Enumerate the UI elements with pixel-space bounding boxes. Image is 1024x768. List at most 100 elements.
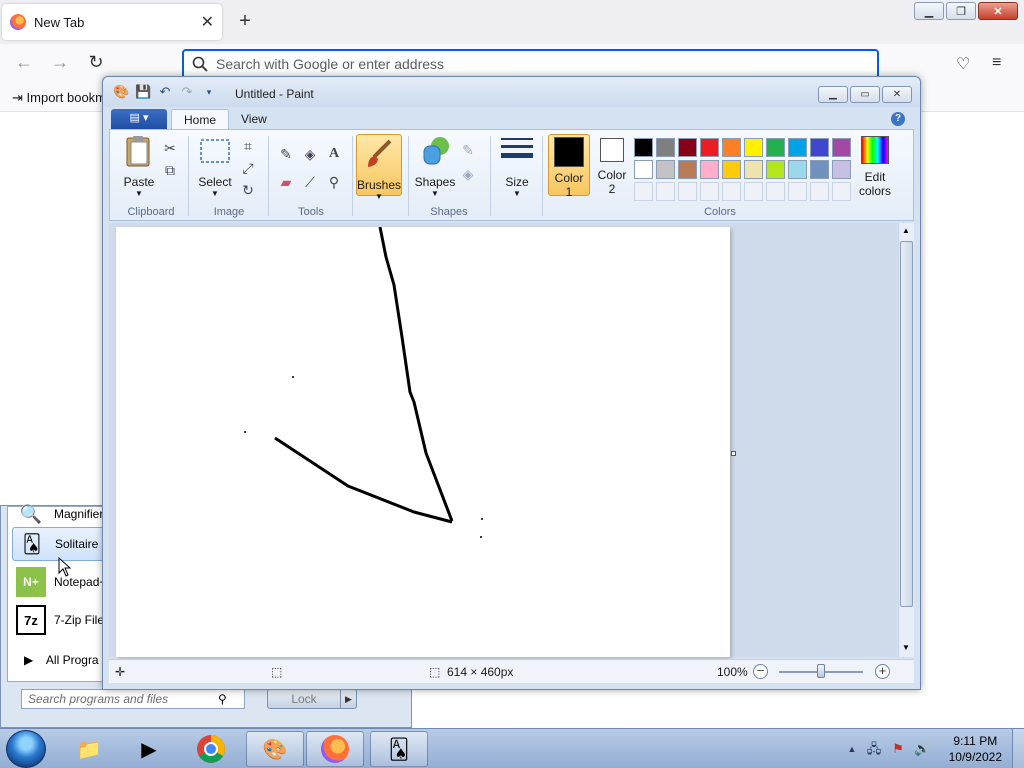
vertical-scrollbar[interactable]: ▲ ▼ xyxy=(898,223,914,657)
all-programs-link[interactable]: ▶ All Progra xyxy=(24,653,99,667)
paint-close-button[interactable]: ✕ xyxy=(882,86,912,103)
palette-swatch[interactable] xyxy=(788,160,807,179)
import-bookmarks-link[interactable]: ⇥ Import bookm xyxy=(12,90,106,106)
palette-swatch[interactable] xyxy=(744,160,763,179)
palette-swatch[interactable] xyxy=(700,160,719,179)
paint-menu-button[interactable]: ▤ ▾ xyxy=(111,109,167,129)
pocket-icon[interactable]: ♡ xyxy=(956,54,970,74)
palette-swatch[interactable] xyxy=(722,160,741,179)
color2-button[interactable]: Color 2 xyxy=(594,134,630,196)
palette-empty-slot[interactable] xyxy=(832,182,851,201)
start-search-box[interactable]: ⚲ xyxy=(21,689,245,709)
outline-icon[interactable]: ✎ xyxy=(458,140,478,160)
action-center-icon[interactable]: ⚑ xyxy=(890,741,906,757)
scroll-up-icon[interactable]: ▲ xyxy=(902,226,910,235)
palette-swatch[interactable] xyxy=(832,160,851,179)
palette-empty-slot[interactable] xyxy=(810,182,829,201)
browser-tab[interactable]: New Tab ✕ xyxy=(2,4,222,40)
canvas-resize-handle[interactable] xyxy=(731,451,736,456)
paste-button[interactable]: Paste ▼ xyxy=(118,134,160,198)
address-input[interactable] xyxy=(216,56,816,72)
palette-swatch[interactable] xyxy=(678,160,697,179)
restore-button[interactable]: ❐ xyxy=(946,2,976,20)
palette-empty-slot[interactable] xyxy=(678,182,697,201)
cut-icon[interactable]: ✂ xyxy=(160,138,180,158)
size-button[interactable]: Size ▼ xyxy=(498,134,536,198)
color1-button[interactable]: Color 1 xyxy=(548,134,590,199)
menu-icon[interactable]: ≡ xyxy=(992,54,1001,72)
palette-swatch[interactable] xyxy=(722,138,741,157)
palette-swatch[interactable] xyxy=(766,138,785,157)
edit-colors-button[interactable]: Edit colors xyxy=(856,134,894,198)
palette-empty-slot[interactable] xyxy=(744,182,763,201)
show-hidden-icons[interactable]: ▲ xyxy=(844,741,860,757)
reload-icon[interactable]: ↻ xyxy=(84,52,108,73)
help-icon[interactable]: ? xyxy=(891,112,905,126)
resize-icon[interactable]: ⤢ xyxy=(238,158,258,178)
drawing-canvas[interactable] xyxy=(116,226,730,657)
select-button[interactable]: Select ▼ xyxy=(194,134,236,198)
palette-swatch[interactable] xyxy=(832,138,851,157)
paint-minimize-button[interactable]: ▁ xyxy=(818,86,848,103)
taskbar-explorer[interactable]: 📁 xyxy=(60,731,118,767)
fill-shape-icon[interactable]: ◈ xyxy=(458,164,478,184)
network-icon[interactable]: 🖧 xyxy=(866,741,882,757)
brushes-button[interactable]: Brushes ▼ xyxy=(356,134,402,201)
palette-swatch[interactable] xyxy=(700,138,719,157)
palette-swatch[interactable] xyxy=(656,138,675,157)
palette-swatch[interactable] xyxy=(810,160,829,179)
back-arrow-icon[interactable]: ← xyxy=(12,52,36,73)
undo-icon[interactable]: ↶ xyxy=(157,85,173,99)
save-icon[interactable]: 💾 xyxy=(135,85,151,99)
copy-icon[interactable]: ⧉ xyxy=(160,160,180,180)
tab-view[interactable]: View xyxy=(229,109,279,130)
chevron-right-icon[interactable]: ▶ xyxy=(340,690,356,708)
start-button[interactable] xyxy=(6,730,46,768)
fill-icon[interactable]: ◈ xyxy=(300,144,320,164)
taskbar-firefox[interactable] xyxy=(306,731,364,767)
minimize-button[interactable]: ▁ xyxy=(914,2,944,20)
show-desktop-button[interactable] xyxy=(1012,729,1024,768)
zoom-in-button[interactable]: + xyxy=(875,664,890,679)
palette-swatch[interactable] xyxy=(744,138,763,157)
palette-swatch[interactable] xyxy=(634,160,653,179)
palette-empty-slot[interactable] xyxy=(656,182,675,201)
palette-empty-slot[interactable] xyxy=(722,182,741,201)
tab-home[interactable]: Home xyxy=(171,109,230,130)
volume-icon[interactable]: 🔊 xyxy=(914,741,930,757)
pencil-icon[interactable]: ✎ xyxy=(276,144,296,164)
palette-empty-slot[interactable] xyxy=(634,182,653,201)
text-icon[interactable]: A xyxy=(324,144,344,164)
palette-empty-slot[interactable] xyxy=(700,182,719,201)
start-search-input[interactable] xyxy=(28,692,218,706)
rotate-icon[interactable]: ↻ xyxy=(238,180,258,200)
color-picker-icon[interactable]: ⟋ xyxy=(300,172,320,192)
redo-icon[interactable]: ↷ xyxy=(179,85,195,99)
close-button[interactable]: ✕ xyxy=(978,2,1018,20)
palette-swatch[interactable] xyxy=(766,160,785,179)
customize-qat-icon[interactable]: ▾ xyxy=(201,85,217,99)
new-tab-button[interactable]: + xyxy=(234,10,256,33)
crop-icon[interactable]: ⌗ xyxy=(238,136,258,156)
taskbar-media-player[interactable]: ▶ xyxy=(120,731,178,767)
palette-swatch[interactable] xyxy=(634,138,653,157)
paint-maximize-button[interactable]: ▭ xyxy=(850,86,880,103)
zoom-slider-thumb[interactable] xyxy=(817,664,825,678)
palette-empty-slot[interactable] xyxy=(766,182,785,201)
scroll-down-icon[interactable]: ▼ xyxy=(902,643,910,652)
zoom-out-button[interactable]: − xyxy=(753,664,768,679)
palette-swatch[interactable] xyxy=(788,138,807,157)
address-bar[interactable] xyxy=(182,49,879,79)
magnifier-icon[interactable]: ⚲ xyxy=(324,172,344,192)
palette-swatch[interactable] xyxy=(810,138,829,157)
eraser-icon[interactable]: ▰ xyxy=(276,172,296,192)
taskbar-solitaire[interactable]: 🂡 xyxy=(370,731,428,767)
palette-swatch[interactable] xyxy=(678,138,697,157)
forward-arrow-icon[interactable]: → xyxy=(48,52,72,73)
taskbar-chrome[interactable] xyxy=(182,731,240,767)
palette-swatch[interactable] xyxy=(656,160,675,179)
clock[interactable]: 9:11 PM 10/9/2022 xyxy=(949,733,1002,765)
taskbar-paint[interactable]: 🎨 xyxy=(246,731,304,767)
lock-button[interactable]: Lock ▶ xyxy=(267,689,357,709)
palette-empty-slot[interactable] xyxy=(788,182,807,201)
